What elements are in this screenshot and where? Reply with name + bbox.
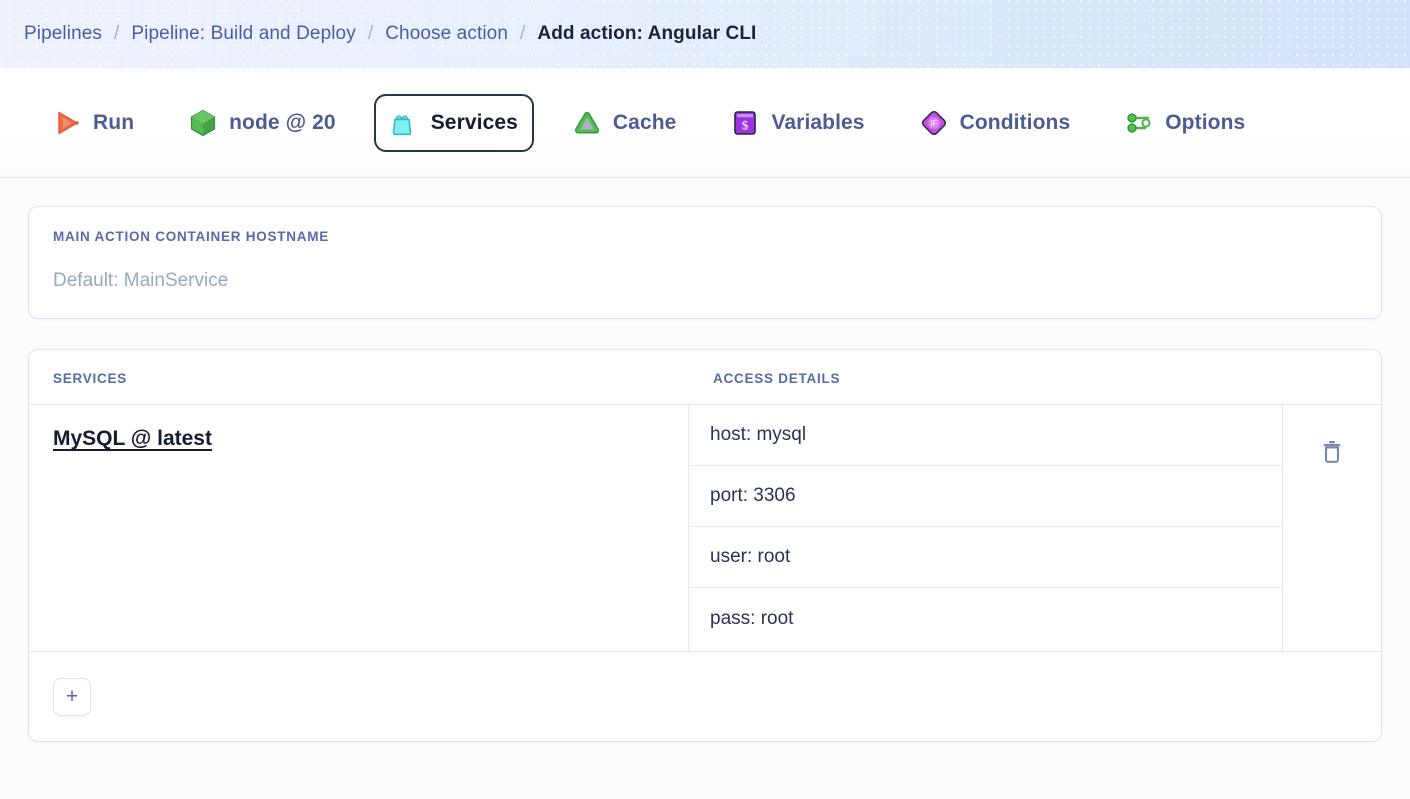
tab-services-label: Services xyxy=(430,110,518,134)
options-sliders-icon xyxy=(1124,108,1154,138)
access-detail-host: host: mysql xyxy=(689,405,1282,466)
services-table-header: SERVICES ACCESS DETAILS xyxy=(29,350,1381,405)
add-service-button[interactable]: + xyxy=(53,677,91,716)
service-link-mysql[interactable]: MySQL @ latest xyxy=(53,427,212,450)
svg-text:$: $ xyxy=(742,117,749,132)
breadcrumb-item-pipelines[interactable]: Pipelines xyxy=(24,23,102,45)
access-detail-port: port: 3306 xyxy=(689,466,1282,527)
tab-node[interactable]: node @ 20 xyxy=(172,94,352,152)
conditions-if-icon: IF xyxy=(919,108,949,138)
tab-node-label: node @ 20 xyxy=(229,110,336,134)
cache-triangle-icon xyxy=(572,108,602,138)
delete-service-button[interactable] xyxy=(1315,433,1349,472)
hostname-input[interactable]: Default: MainService xyxy=(53,270,1357,292)
service-name-cell: MySQL @ latest xyxy=(29,405,689,651)
variables-dollar-icon: $ xyxy=(730,108,760,138)
table-row: MySQL @ latest host: mysql port: 3306 us… xyxy=(29,405,1381,652)
breadcrumb-separator: / xyxy=(114,23,120,44)
breadcrumb-separator: / xyxy=(520,23,526,44)
breadcrumb-item-pipeline[interactable]: Pipeline: Build and Deploy xyxy=(131,23,355,45)
tab-variables-label: Variables xyxy=(771,110,865,134)
node-cube-icon xyxy=(188,108,218,138)
breadcrumb-separator: / xyxy=(367,23,374,44)
column-header-services: SERVICES xyxy=(53,371,128,386)
breadcrumb-item-choose-action[interactable]: Choose action xyxy=(385,23,508,45)
row-actions-cell xyxy=(1283,405,1381,651)
svg-text:IF: IF xyxy=(930,119,937,128)
tab-variables[interactable]: $ Variables xyxy=(714,94,880,152)
breadcrumb-item-current: Add action: Angular CLI xyxy=(537,23,757,44)
tab-options-label: Options xyxy=(1165,110,1246,134)
bottom-strip xyxy=(0,756,1410,799)
hostname-label: MAIN ACTION CONTAINER HOSTNAME xyxy=(53,229,329,244)
hostname-card: MAIN ACTION CONTAINER HOSTNAME Default: … xyxy=(28,206,1382,319)
tab-run[interactable]: Run xyxy=(36,94,150,152)
access-detail-pass: pass: root xyxy=(710,607,794,629)
tab-options[interactable]: Options xyxy=(1108,94,1261,152)
services-bag-icon xyxy=(390,108,420,138)
services-card: SERVICES ACCESS DETAILS MySQL @ latest h… xyxy=(28,349,1382,742)
breadcrumb: Pipelines / Pipeline: Build and Deploy /… xyxy=(24,23,756,45)
trash-icon xyxy=(1319,437,1345,468)
tab-conditions[interactable]: IF Conditions xyxy=(903,94,1087,152)
tab-services[interactable]: Services xyxy=(373,93,534,152)
play-icon xyxy=(52,108,82,138)
tab-run-label: Run xyxy=(93,110,135,134)
access-details-cell: host: mysql port: 3306 user: root pass: … xyxy=(689,405,1283,651)
services-table-footer: + xyxy=(29,652,1381,741)
access-detail-user: user: root xyxy=(689,527,1282,588)
tab-conditions-label: Conditions xyxy=(959,110,1071,134)
tab-bar: Run node @ 20 Services Cache $ Variables… xyxy=(0,68,1410,178)
page-content: MAIN ACTION CONTAINER HOSTNAME Default: … xyxy=(0,178,1410,799)
breadcrumb-bar: Pipelines / Pipeline: Build and Deploy /… xyxy=(0,0,1410,68)
column-header-access-details: ACCESS DETAILS xyxy=(713,371,841,386)
tab-cache-label: Cache xyxy=(612,110,677,134)
tab-cache[interactable]: Cache xyxy=(556,94,693,152)
